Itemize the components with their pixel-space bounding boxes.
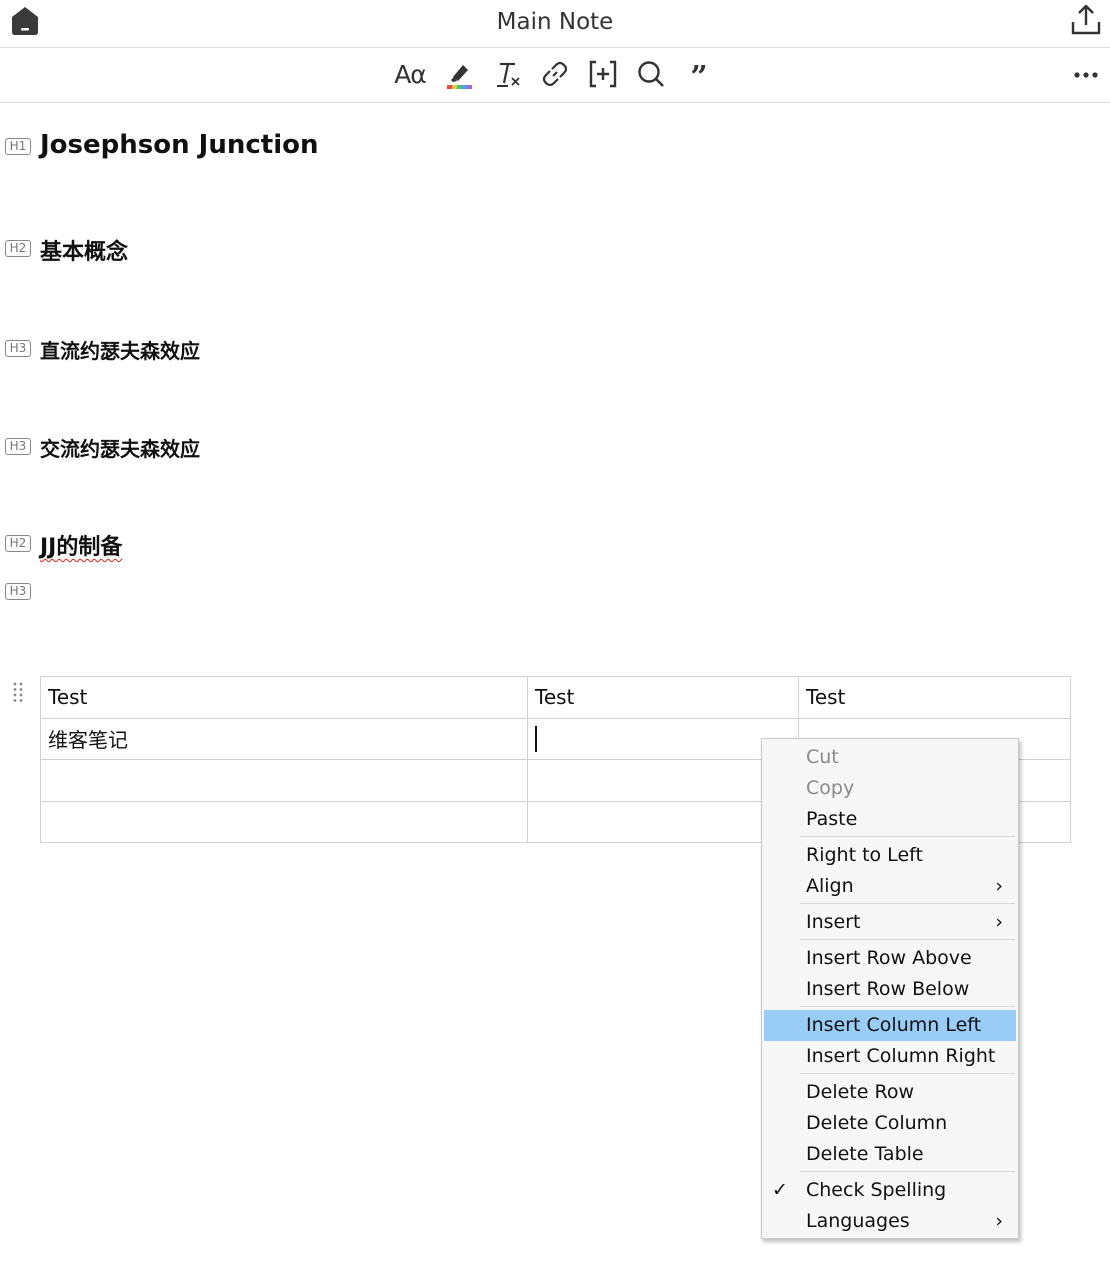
menu-item-insert[interactable]: Insert › [764, 907, 1016, 938]
menu-separator [800, 939, 1015, 940]
table-cell[interactable] [40, 759, 528, 802]
menu-item-delete-table[interactable]: Delete Table [764, 1139, 1016, 1170]
more-icon[interactable] [1070, 58, 1102, 90]
share-icon[interactable] [1068, 2, 1104, 38]
menu-separator [800, 1171, 1015, 1172]
menu-separator [800, 1006, 1015, 1007]
chevron-right-icon: › [995, 911, 1003, 933]
heading-level-badge: H3 [5, 340, 31, 357]
chevron-right-icon: › [995, 1210, 1003, 1232]
checkmark-icon: ✓ [772, 1179, 788, 1201]
font-icon[interactable]: Aα [394, 58, 427, 90]
clear-format-icon[interactable] [492, 58, 524, 90]
heading-text: Josephson Junction [40, 130, 319, 160]
chevron-right-icon: › [995, 875, 1003, 897]
menu-item-cut[interactable]: Cut [764, 742, 1016, 773]
menu-separator [800, 1073, 1015, 1074]
heading-text: 交流约瑟夫森效应 [40, 437, 200, 461]
table-cell[interactable]: 维客笔记 [40, 717, 528, 760]
font-label: Aα [394, 59, 427, 89]
menu-item-insert-column-right[interactable]: Insert Column Right [764, 1041, 1016, 1072]
heading-text: 基本概念 [40, 240, 129, 265]
link-icon[interactable] [539, 58, 571, 90]
table-cell[interactable]: Test [40, 676, 528, 719]
context-menu: Cut Copy Paste Right to Left Align › Ins… [761, 738, 1019, 1239]
heading-level-badge: H2 [5, 240, 31, 257]
drag-handle-icon[interactable] [11, 681, 25, 703]
menu-item-label: Insert [806, 911, 861, 933]
menu-item-insert-column-left[interactable]: Insert Column Left [764, 1010, 1016, 1041]
menu-item-paste[interactable]: Paste [764, 804, 1016, 835]
menu-item-insert-row-above[interactable]: Insert Row Above [764, 943, 1016, 974]
heading-level-badge: H3 [5, 583, 31, 600]
heading-level-badge: H2 [5, 535, 31, 552]
table-cell-active[interactable] [527, 717, 799, 760]
formatting-toolbar: Aα ” [0, 48, 1110, 103]
menu-separator [800, 836, 1015, 837]
heading-level-badge: H3 [5, 438, 31, 455]
quote-icon[interactable]: ” [683, 58, 715, 94]
search-icon[interactable] [635, 58, 667, 90]
menu-item-label: Languages [806, 1210, 910, 1232]
insert-bracket-icon[interactable] [587, 58, 619, 90]
window-title: Main Note [496, 9, 614, 35]
text-caret [535, 726, 537, 752]
menu-separator [800, 903, 1015, 904]
highlighter-icon[interactable] [443, 58, 475, 90]
table-cell[interactable] [40, 800, 528, 843]
menu-item-delete-column[interactable]: Delete Column [764, 1108, 1016, 1139]
heading-text: JJ的制备 [40, 535, 123, 560]
menu-item-insert-row-below[interactable]: Insert Row Below [764, 974, 1016, 1005]
table-cell[interactable] [527, 759, 799, 802]
heading-text: 直流约瑟夫森效应 [40, 339, 200, 363]
table-cell[interactable] [527, 800, 799, 843]
menu-item-right-to-left[interactable]: Right to Left [764, 840, 1016, 871]
title-bar: Main Note [0, 0, 1110, 48]
menu-item-check-spelling[interactable]: ✓ Check Spelling [764, 1175, 1016, 1206]
table-cell[interactable]: Test [527, 676, 799, 719]
menu-item-copy[interactable]: Copy [764, 773, 1016, 804]
quote-label: ” [690, 60, 708, 95]
menu-item-label: Check Spelling [806, 1179, 947, 1201]
table-row: Test Test Test [40, 676, 1071, 719]
table-cell[interactable]: Test [798, 676, 1071, 719]
menu-item-delete-row[interactable]: Delete Row [764, 1077, 1016, 1108]
menu-item-align[interactable]: Align › [764, 871, 1016, 902]
heading-level-badge: H1 [5, 138, 31, 155]
menu-item-label: Align [806, 875, 854, 897]
menu-item-languages[interactable]: Languages › [764, 1206, 1016, 1237]
